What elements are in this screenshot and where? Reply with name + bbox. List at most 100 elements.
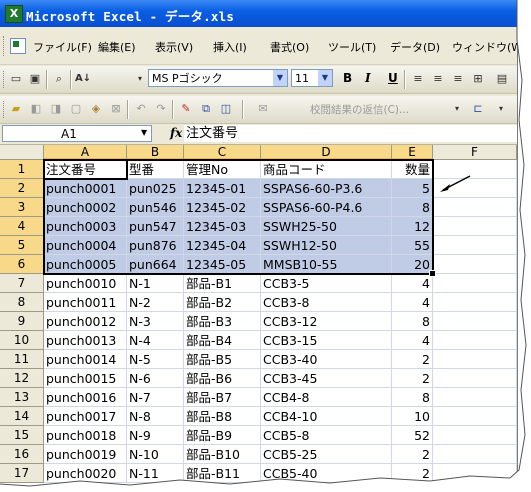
cell-c2[interactable]: 12345-01 [184,179,261,198]
toolbar-grip[interactable] [3,101,7,118]
chevron-down-icon[interactable]: ▼ [141,128,147,137]
chevron-down-icon[interactable]: ▼ [273,70,287,86]
sort-ascending-icon[interactable]: A↓ [75,71,91,87]
cell-c11[interactable]: 部品-B5 [184,350,261,369]
cell-e16[interactable]: 2 [392,445,433,464]
cell-b12[interactable]: N-6 [127,369,184,388]
cell-c4[interactable]: 12345-03 [184,217,261,236]
cell-f10[interactable] [433,331,517,350]
align-center-icon[interactable]: ≡ [430,71,446,87]
cell-b17[interactable]: N-11 [127,464,184,483]
row-header[interactable]: 8 [0,293,44,312]
row-header[interactable]: 7 [0,274,44,293]
cell-c7[interactable]: 部品-B1 [184,274,261,293]
cell-e17[interactable]: 2 [392,464,433,483]
cell-f11[interactable] [433,350,517,369]
column-header-d[interactable]: D [261,145,392,160]
cell-f1[interactable] [433,160,517,179]
cell-a8[interactable]: punch0011 [44,293,127,312]
row-header[interactable]: 4 [0,217,44,236]
row-header[interactable]: 5 [0,236,44,255]
cell-c13[interactable]: 部品-B7 [184,388,261,407]
cell-f9[interactable] [433,312,517,331]
comment-next-icon[interactable]: ◨ [48,101,64,117]
italic-button[interactable]: I [365,71,371,85]
cell-a17[interactable]: punch0020 [44,464,127,483]
redo-icon[interactable]: ↷ [153,101,169,117]
insert-function-icon[interactable]: fx [170,126,182,140]
new-document-icon[interactable]: ▭ [8,71,24,87]
toolbar-options-icon[interactable]: ▾ [135,71,145,87]
select-all-corner[interactable] [0,145,44,160]
cell-a1[interactable]: 注文番号 [44,160,127,179]
cell-e11[interactable]: 2 [392,350,433,369]
toolbar-options-icon[interactable]: ▾ [496,101,506,117]
save-icon[interactable]: ▣ [27,71,43,87]
cell-c9[interactable]: 部品-B3 [184,312,261,331]
cell-b5[interactable]: pun876 [127,236,184,255]
cell-b4[interactable]: pun547 [127,217,184,236]
align-right-icon[interactable]: ≡ [450,71,466,87]
cell-e1[interactable]: 数量 [392,160,433,179]
row-header[interactable]: 11 [0,350,44,369]
cell-a13[interactable]: punch0016 [44,388,127,407]
cell-f3[interactable] [433,198,517,217]
cell-c5[interactable]: 12345-04 [184,236,261,255]
row-header[interactable]: 9 [0,312,44,331]
cell-d12[interactable]: CCB3-45 [261,369,392,388]
toolbar-options-icon[interactable]: ▾ [452,101,462,117]
cell-f4[interactable] [433,217,517,236]
row-header[interactable]: 15 [0,426,44,445]
cell-d8[interactable]: CCB3-8 [261,293,392,312]
cell-a5[interactable]: punch0004 [44,236,127,255]
cell-b1[interactable]: 型番 [127,160,184,179]
cell-e10[interactable]: 4 [392,331,433,350]
cell-d17[interactable]: CCB5-40 [261,464,392,483]
cell-d2[interactable]: SSPAS6-60-P3.6 [261,179,392,198]
cell-b9[interactable]: N-3 [127,312,184,331]
menu-data[interactable]: データ(D) [390,39,440,55]
column-header-f[interactable]: F [433,145,517,160]
cell-a3[interactable]: punch0002 [44,198,127,217]
cell-e7[interactable]: 4 [392,274,433,293]
comment-prev-icon[interactable]: ◧ [28,101,44,117]
chevron-down-icon[interactable]: ▼ [318,70,332,86]
cell-e13[interactable]: 8 [392,388,433,407]
fill-handle[interactable] [429,270,436,277]
cell-a6[interactable]: punch0005 [44,255,127,274]
menu-tools[interactable]: ツール(T) [328,39,376,55]
cell-e9[interactable]: 8 [392,312,433,331]
cell-d5[interactable]: SSWH12-50 [261,236,392,255]
cell-d16[interactable]: CCB5-25 [261,445,392,464]
cell-c17[interactable]: 部品-B11 [184,464,261,483]
cell-e6[interactable]: 20 [392,255,433,274]
cell-d9[interactable]: CCB3-12 [261,312,392,331]
undo-icon[interactable]: ↶ [133,101,149,117]
cell-d3[interactable]: SSPAS6-60-P4.6 [261,198,392,217]
row-header[interactable]: 1 [0,160,44,179]
title-bar[interactable]: X Microsoft Excel - データ.xls [0,0,517,27]
print-preview-icon[interactable]: ⌕ [51,71,67,87]
cell-c1[interactable]: 管理No [184,160,261,179]
cell-c15[interactable]: 部品-B9 [184,426,261,445]
cell-c10[interactable]: 部品-B4 [184,331,261,350]
menu-file[interactable]: ファイル(F) [33,39,92,55]
cell-d4[interactable]: SSWH25-50 [261,217,392,236]
cell-b8[interactable]: N-2 [127,293,184,312]
cell-b10[interactable]: N-4 [127,331,184,350]
cell-c14[interactable]: 部品-B8 [184,407,261,426]
reply-with-changes-icon[interactable]: ✉ [255,101,271,117]
column-header-c[interactable]: C [184,145,261,160]
cell-d15[interactable]: CCB5-8 [261,426,392,445]
cell-c16[interactable]: 部品-B10 [184,445,261,464]
cell-c3[interactable]: 12345-02 [184,198,261,217]
cell-a12[interactable]: punch0015 [44,369,127,388]
cell-c8[interactable]: 部品-B2 [184,293,261,312]
currency-icon[interactable]: ▤ [494,71,510,87]
cell-b7[interactable]: N-1 [127,274,184,293]
row-header[interactable]: 6 [0,255,44,274]
cell-b11[interactable]: N-5 [127,350,184,369]
cell-b3[interactable]: pun546 [127,198,184,217]
cell-d6[interactable]: MMSB10-55 [261,255,392,274]
underline-button[interactable]: U [388,71,398,85]
